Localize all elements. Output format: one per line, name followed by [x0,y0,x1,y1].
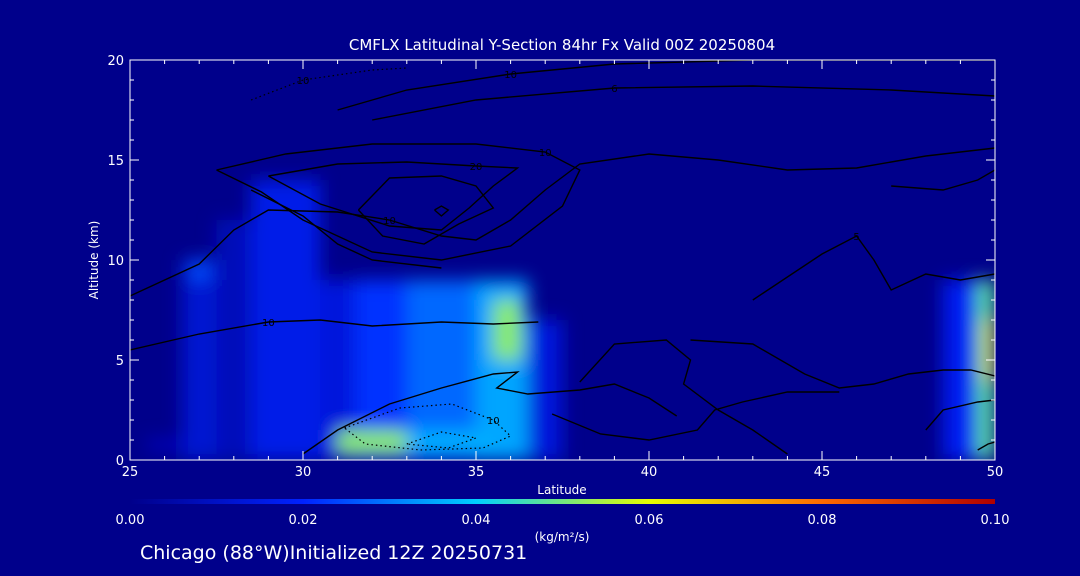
field-cell [216,220,252,460]
x-tick-label: 45 [814,465,831,480]
x-axis-label: Latitude [537,483,586,497]
contour-line [891,169,995,191]
colorbar-tick-label: 0.02 [289,513,318,528]
contour-label: 10 [504,70,517,81]
x-tick-label: 50 [987,465,1004,480]
colorbar-ticks: 0.00 0.02 0.04 0.06 0.08 0.10 [116,513,1010,528]
contour-line [579,339,788,455]
colorbar-tick-label: 0.08 [808,513,837,528]
colorbar-tick-label: 0.00 [116,513,145,528]
y-tick-label: 5 [116,354,124,369]
contour-label: 6 [611,84,617,95]
contour-label: 10 [539,148,552,159]
contour-label: 20 [470,162,483,173]
colorbar [130,499,995,504]
contour-line [372,85,995,121]
contour-line [337,60,995,111]
contour-label: 10 [262,318,275,329]
contour-label: 10 [487,416,500,427]
field-cell [493,300,521,360]
y-tick-label: 20 [107,54,124,69]
y-axis-label: Altitude (km) [87,221,101,300]
chart-title: CMFLX Latitudinal Y-Section 84hr Fx Vali… [349,36,775,54]
x-tick-label: 35 [468,465,485,480]
y-tick-label: 15 [107,154,124,169]
colorbar-unit: (kg/m²/s) [535,530,590,544]
x-tick-label: 30 [295,465,312,480]
field-cell [337,430,407,454]
field-cell [147,440,182,450]
x-tick-label: 40 [641,465,658,480]
colorbar-tick-label: 0.06 [635,513,664,528]
field-cell [181,260,217,460]
contour-label: 10 [297,76,310,87]
contour-line [434,205,450,217]
contour-line [357,175,495,245]
footer-location: Chicago (88°W)Initialized 12Z 20250731 [140,542,528,564]
contour-label: 5 [853,232,859,243]
x-tick-label: 25 [122,465,139,480]
colorbar-tick-label: 0.10 [981,513,1010,528]
contour-line [250,67,407,101]
field-cell [527,320,563,460]
colorbar-tick-label: 0.04 [462,513,491,528]
y-tick-label: 0 [116,454,124,469]
y-tick-label: 10 [107,254,124,269]
chart: CMFLX Latitudinal Y-Section 84hr Fx Vali… [87,36,1010,544]
field-cell [984,320,995,380]
field-cell [188,260,210,280]
contour-line [551,391,840,441]
